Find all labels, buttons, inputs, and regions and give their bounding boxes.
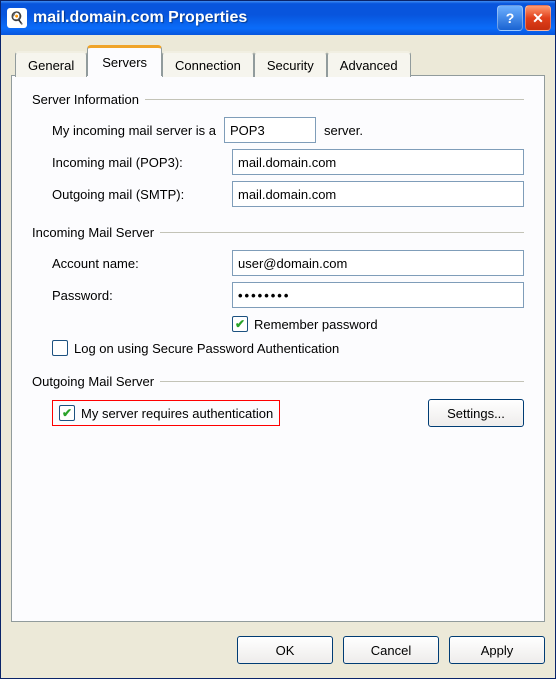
settings-button[interactable]: Settings...	[428, 399, 524, 427]
row-account-name: Account name:	[52, 250, 524, 276]
help-button[interactable]: ?	[497, 5, 523, 31]
properties-dialog: 🍳 mail.domain.com Properties ? ✕ General…	[0, 0, 556, 679]
row-remember-password[interactable]: Remember password	[232, 316, 524, 332]
row-incoming-type: My incoming mail server is a server.	[52, 117, 524, 143]
tab-servers[interactable]: Servers	[87, 45, 162, 76]
spa-checkbox[interactable]	[52, 340, 68, 356]
row-outgoing-server: Outgoing mail (SMTP):	[52, 181, 524, 207]
label-password: Password:	[52, 288, 232, 303]
label-outgoing-server: Outgoing mail (SMTP):	[52, 187, 232, 202]
app-icon-glyph: 🍳	[10, 11, 25, 25]
label-incoming-server: Incoming mail (POP3):	[52, 155, 232, 170]
group-divider	[160, 232, 524, 233]
tab-panel-servers: Server Information My incoming mail serv…	[11, 75, 545, 622]
tab-advanced[interactable]: Advanced	[327, 51, 411, 77]
auth-checkbox[interactable]	[59, 405, 75, 421]
auth-highlight: My server requires authentication	[52, 400, 280, 426]
close-button[interactable]: ✕	[525, 5, 551, 31]
group-server-information: Server Information My incoming mail serv…	[32, 92, 524, 207]
label-incoming-type: My incoming mail server is a	[52, 123, 216, 138]
tabstrip: General Servers Connection Security Adva…	[15, 45, 545, 75]
incoming-type-field	[224, 117, 316, 143]
row-incoming-server: Incoming mail (POP3):	[52, 149, 524, 175]
button-bar: OK Cancel Apply	[1, 622, 555, 678]
window-title: mail.domain.com Properties	[33, 9, 495, 27]
group-incoming-mail-server: Incoming Mail Server Account name: Passw…	[32, 225, 524, 356]
row-auth: My server requires authentication Settin…	[52, 399, 524, 427]
apply-button[interactable]: Apply	[449, 636, 545, 664]
group-label-server-information: Server Information	[32, 92, 145, 107]
account-name-field[interactable]	[232, 250, 524, 276]
label-auth: My server requires authentication	[81, 406, 273, 421]
row-spa[interactable]: Log on using Secure Password Authenticat…	[52, 340, 524, 356]
tab-connection[interactable]: Connection	[162, 51, 254, 77]
group-label-outgoing: Outgoing Mail Server	[32, 374, 160, 389]
outgoing-server-field[interactable]	[232, 181, 524, 207]
tab-general[interactable]: General	[15, 51, 87, 77]
app-icon: 🍳	[7, 8, 27, 28]
password-field[interactable]	[232, 282, 524, 308]
tab-security[interactable]: Security	[254, 51, 327, 77]
label-account-name: Account name:	[52, 256, 232, 271]
label-spa: Log on using Secure Password Authenticat…	[74, 341, 339, 356]
label-remember-password: Remember password	[254, 317, 378, 332]
client-area: General Servers Connection Security Adva…	[1, 35, 555, 622]
label-incoming-type-suffix: server.	[324, 123, 363, 138]
group-divider	[145, 99, 524, 100]
group-label-incoming: Incoming Mail Server	[32, 225, 160, 240]
group-outgoing-mail-server: Outgoing Mail Server My server requires …	[32, 374, 524, 427]
row-password: Password:	[52, 282, 524, 308]
incoming-server-field[interactable]	[232, 149, 524, 175]
remember-password-checkbox[interactable]	[232, 316, 248, 332]
titlebar[interactable]: 🍳 mail.domain.com Properties ? ✕	[1, 1, 555, 35]
group-divider	[160, 381, 524, 382]
ok-button[interactable]: OK	[237, 636, 333, 664]
cancel-button[interactable]: Cancel	[343, 636, 439, 664]
